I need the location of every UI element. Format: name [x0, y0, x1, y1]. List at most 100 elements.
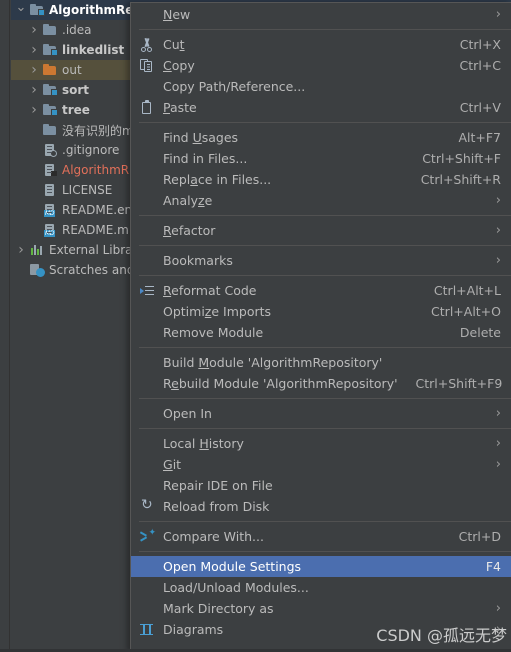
chevron-right-icon[interactable] — [26, 23, 42, 37]
menu-icon-placeholder — [139, 7, 157, 23]
menu-item[interactable]: Bookmarks › — [131, 250, 511, 271]
menu-item[interactable]: Rebuild Module 'AlgorithmRepository' Ctrl… — [131, 373, 511, 394]
menu-icon-placeholder — [139, 436, 157, 452]
menu-item-shortcut: Alt+F7 — [458, 130, 501, 145]
menu-item[interactable]: Replace in Files... Ctrl+Shift+R — [131, 169, 511, 190]
tool-window-strip — [0, 0, 10, 652]
menu-item[interactable]: Analyze › — [131, 190, 511, 211]
menu-item[interactable]: Reformat Code Ctrl+Alt+L — [131, 280, 511, 301]
menu-icon-placeholder — [139, 580, 157, 596]
menu-item[interactable]: Local History › — [131, 433, 511, 454]
tree-row-label: External Librar — [49, 243, 138, 257]
reformat-code-icon — [139, 283, 157, 299]
folder-module-icon — [29, 2, 45, 18]
tree-row-label: AlgorithmR — [62, 163, 130, 177]
menu-item[interactable]: Remove Module Delete — [131, 322, 511, 343]
compare-icon: ✦ — [139, 528, 157, 545]
menu-item[interactable]: Paste Ctrl+V — [131, 97, 511, 118]
menu-item[interactable]: Diagrams › — [131, 619, 511, 640]
menu-item-label: Find in Files... — [163, 151, 248, 166]
menu-item-shortcut: Ctrl+Shift+F9 — [415, 376, 503, 391]
menu-icon-placeholder — [139, 325, 157, 341]
markdown-file-icon: MD — [42, 222, 58, 238]
tree-row-label: .gitignore — [62, 143, 120, 157]
menu-item[interactable]: Find in Files... Ctrl+Shift+F — [131, 148, 511, 169]
markdown-file-icon: MD — [42, 202, 58, 218]
menu-item[interactable]: Find Usages Alt+F7 — [131, 127, 511, 148]
menu-item-label: Open Module Settings — [163, 559, 302, 574]
menu-item-label: New — [163, 7, 191, 22]
menu-icon-placeholder — [139, 151, 157, 167]
menu-separator — [139, 29, 511, 30]
menu-item-label: Repair IDE on File — [163, 478, 273, 493]
cut-icon — [139, 37, 157, 53]
tree-row-label: README.en — [62, 203, 133, 217]
submenu-chevron-right-icon: › — [495, 406, 501, 421]
folder-module-icon — [42, 102, 58, 118]
menu-icon-placeholder — [139, 172, 157, 188]
chevron-right-icon[interactable] — [26, 103, 42, 117]
menu-item-shortcut: Ctrl+V — [459, 100, 501, 115]
submenu-chevron-right-icon: › — [495, 436, 501, 451]
chevron-right-icon[interactable] — [26, 63, 42, 77]
menu-item[interactable]: ✦ Compare With... Ctrl+D — [131, 526, 511, 547]
tree-row-label: Scratches and — [49, 263, 135, 277]
menu-item[interactable]: Git › — [131, 454, 511, 475]
external-libraries-icon — [29, 242, 45, 258]
menu-item[interactable]: Repair IDE on File — [131, 475, 511, 496]
menu-item[interactable]: New › — [131, 4, 511, 25]
iml-file-icon — [42, 162, 58, 178]
chevron-down-icon[interactable] — [13, 4, 29, 17]
menu-item[interactable]: Load/Unload Modules... — [131, 577, 511, 598]
submenu-chevron-right-icon: › — [495, 253, 501, 268]
menu-item-label: Cut — [163, 37, 185, 52]
menu-item[interactable]: Build Module 'AlgorithmRepository' — [131, 352, 511, 373]
diagrams-icon — [139, 622, 157, 638]
menu-item-label: Compare With... — [163, 529, 264, 544]
project-context-menu[interactable]: New › Cut Ctrl+X Copy Ctrl+C Copy Path/Referen… — [130, 2, 511, 652]
menu-item[interactable]: Copy Ctrl+C — [131, 55, 511, 76]
menu-item[interactable]: Copy Path/Reference... — [131, 76, 511, 97]
tree-row-label: README.m — [62, 223, 129, 237]
menu-item[interactable]: Reload from Disk — [131, 496, 511, 517]
menu-separator — [139, 347, 511, 348]
menu-item-shortcut: F4 — [485, 559, 501, 574]
menu-separator — [139, 398, 511, 399]
tree-row-label: AlgorithmRep — [49, 3, 143, 17]
menu-icon-placeholder — [139, 601, 157, 617]
menu-icon-placeholder — [139, 130, 157, 146]
menu-item-label: Analyze — [163, 193, 213, 208]
menu-item[interactable]: Refactor › — [131, 220, 511, 241]
menu-item-label: Reformat Code — [163, 283, 257, 298]
menu-item[interactable]: Mark Directory as › — [131, 598, 511, 619]
menu-item[interactable]: Open In › — [131, 403, 511, 424]
menu-item-label: Refactor — [163, 223, 216, 238]
menu-icon-placeholder — [139, 223, 157, 239]
scratches-icon — [29, 262, 45, 278]
menu-item-label: Find Usages — [163, 130, 239, 145]
copy-icon — [139, 58, 157, 74]
menu-icon-placeholder — [139, 79, 157, 95]
menu-item-label: Paste — [163, 100, 197, 115]
tree-row-label: 没有识别的m — [62, 123, 134, 138]
tree-row-label: .idea — [62, 23, 92, 37]
chevron-right-icon[interactable] — [26, 83, 42, 97]
menu-item-label: Load/Unload Modules... — [163, 580, 309, 595]
menu-separator — [139, 551, 511, 552]
tree-row-label: LICENSE — [62, 183, 113, 197]
chevron-right-icon[interactable] — [26, 43, 42, 57]
chevron-right-icon[interactable] — [13, 243, 29, 257]
menu-icon-placeholder — [139, 253, 157, 269]
menu-item[interactable]: Cut Ctrl+X — [131, 34, 511, 55]
menu-item-shortcut: Ctrl+Alt+L — [433, 283, 501, 298]
submenu-chevron-right-icon: › — [495, 223, 501, 238]
folder-module-icon — [42, 82, 58, 98]
menu-item-label: Rebuild Module 'AlgorithmRepository' — [163, 376, 398, 391]
menu-item-label: Open In — [163, 406, 212, 421]
menu-item-shortcut: Ctrl+D — [458, 529, 501, 544]
menu-item[interactable]: Open Module Settings F4 — [131, 556, 511, 577]
menu-item-label: Git — [163, 457, 182, 472]
menu-item[interactable]: Optimize Imports Ctrl+Alt+O — [131, 301, 511, 322]
menu-separator — [139, 521, 511, 522]
submenu-chevron-right-icon: › — [495, 601, 501, 616]
